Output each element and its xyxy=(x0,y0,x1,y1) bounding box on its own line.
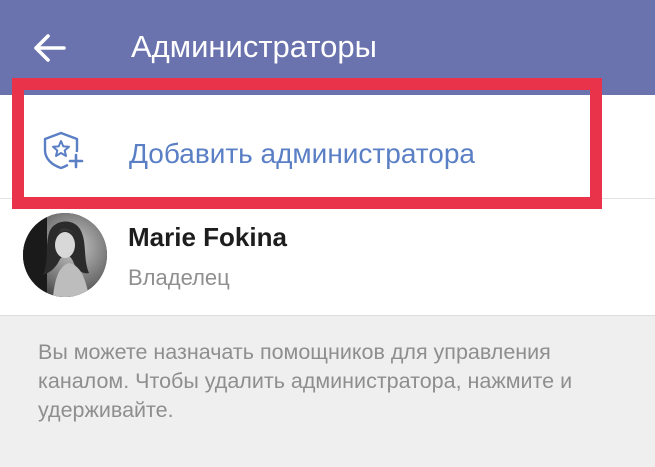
add-administrator-button[interactable]: Добавить администратора xyxy=(0,103,655,197)
admin-list: Добавить администратора Marie Fokina Вла… xyxy=(0,95,655,315)
add-administrator-label: Добавить администратора xyxy=(129,138,476,169)
divider xyxy=(0,315,655,316)
arrow-left-icon xyxy=(34,34,66,62)
hint-text: Вы можете назначать помощников для управ… xyxy=(38,340,573,422)
shield-star-plus-icon xyxy=(43,131,85,170)
admin-role: Владелец xyxy=(128,265,230,290)
avatar xyxy=(23,213,107,297)
page-title: Администраторы xyxy=(131,29,377,64)
admin-list-item[interactable]: Marie Fokina Владелец xyxy=(0,199,655,315)
administrators-screen: Администраторы Добавить администратора M… xyxy=(0,0,655,467)
avatar-photo xyxy=(23,213,107,297)
back-button[interactable] xyxy=(22,22,78,74)
app-bar: Администраторы xyxy=(0,0,655,95)
admin-name: Marie Fokina xyxy=(128,222,287,252)
